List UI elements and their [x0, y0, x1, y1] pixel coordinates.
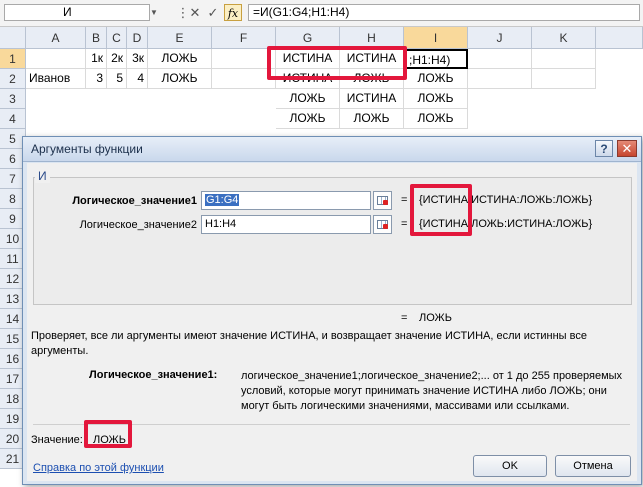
cell-i1[interactable]: ;H1:H4): [404, 49, 468, 69]
function-name-legend: И: [35, 169, 50, 183]
insert-function-button[interactable]: fx: [224, 4, 242, 21]
arg1-value: G1:G4: [205, 194, 240, 206]
cell-b1[interactable]: 1к: [86, 49, 107, 69]
cell-h3[interactable]: ИСТИНА: [340, 89, 404, 109]
function-help-link[interactable]: Справка по этой функции: [33, 462, 164, 474]
dialog-title: Аргументы функции: [31, 142, 143, 156]
arg1-equals: =: [401, 194, 408, 206]
cell-e2[interactable]: ЛОЖЬ: [148, 69, 212, 89]
row-header-3[interactable]: 3: [0, 89, 26, 109]
arg2-input[interactable]: H1:H4: [201, 215, 371, 234]
arg-help-label: Логическое_значение1:: [89, 369, 218, 381]
close-button[interactable]: ✕: [617, 140, 637, 157]
cell-i4[interactable]: ЛОЖЬ: [404, 109, 468, 129]
cell-k1[interactable]: [532, 49, 596, 69]
column-header-b[interactable]: B: [86, 27, 107, 49]
arg2-collapse-button[interactable]: [373, 215, 392, 234]
overall-equals: =: [401, 312, 408, 324]
cell-b2[interactable]: 3: [86, 69, 107, 89]
cell-d1[interactable]: 3к: [127, 49, 148, 69]
cancel-button[interactable]: Отмена: [555, 455, 631, 477]
name-box-dropdown-icon[interactable]: ▼: [150, 8, 158, 17]
highlight-arg-results: [410, 184, 472, 236]
column-header-a[interactable]: A: [26, 27, 86, 49]
range-select-dot: [383, 200, 388, 205]
cell-a1[interactable]: [26, 49, 86, 69]
ok-button[interactable]: OK: [473, 455, 547, 477]
arg1-label: Логическое_значение1: [72, 195, 197, 207]
select-all-corner[interactable]: [0, 27, 26, 49]
cell-e1[interactable]: ЛОЖЬ: [148, 49, 212, 69]
row-header-2[interactable]: 2: [0, 69, 26, 89]
arg-help-text: логическое_значение1;логическое_значение…: [241, 370, 623, 412]
cell-j2[interactable]: [468, 69, 532, 89]
enter-check-icon[interactable]: ✓: [204, 4, 222, 22]
cell-h4[interactable]: ЛОЖЬ: [340, 109, 404, 129]
column-header-l[interactable]: [596, 27, 643, 49]
formula-bar: И ▼ ⋮ ✕ ✓ fx =И(G1:G4;H1:H4): [0, 0, 643, 27]
column-header-i[interactable]: I: [404, 27, 468, 49]
row-header-4[interactable]: 4: [0, 109, 26, 129]
column-header-j[interactable]: J: [468, 27, 532, 49]
highlight-g1-h1: [267, 46, 407, 80]
arg1-input[interactable]: G1:G4: [201, 191, 371, 210]
column-header-k[interactable]: K: [532, 27, 596, 49]
value-label: Значение:: [31, 434, 83, 446]
cancel-entry-icon[interactable]: ✕: [186, 4, 204, 22]
arg1-collapse-button[interactable]: [373, 191, 392, 210]
overall-result: ЛОЖЬ: [419, 312, 452, 324]
column-header-e[interactable]: E: [148, 27, 212, 49]
cell-k2[interactable]: [532, 69, 596, 89]
cell-c2[interactable]: 5: [107, 69, 127, 89]
column-header-c[interactable]: C: [107, 27, 127, 49]
cell-i3[interactable]: ЛОЖЬ: [404, 89, 468, 109]
cell-a2[interactable]: Иванов: [26, 69, 86, 89]
arg2-equals: =: [401, 218, 408, 230]
name-box[interactable]: И: [4, 4, 150, 21]
row-header-1[interactable]: 1: [0, 49, 26, 69]
formula-input[interactable]: =И(G1:G4;H1:H4): [248, 4, 640, 21]
column-header-f[interactable]: F: [212, 27, 276, 49]
cell-d2[interactable]: 4: [127, 69, 148, 89]
cell-j1[interactable]: [468, 49, 532, 69]
highlight-value-result: [84, 420, 132, 448]
cell-g3[interactable]: ЛОЖЬ: [276, 89, 340, 109]
arg2-label: Логическое_значение2: [79, 219, 197, 231]
cell-c1[interactable]: 2к: [107, 49, 127, 69]
help-button[interactable]: ?: [595, 140, 613, 157]
function-description: Проверяет, все ли аргументы имеют значен…: [31, 330, 587, 357]
dialog-titlebar[interactable]: Аргументы функции ? ✕: [23, 137, 641, 162]
cell-i2[interactable]: ЛОЖЬ: [404, 69, 468, 89]
cell-g4[interactable]: ЛОЖЬ: [276, 109, 340, 129]
range-select-dot: [383, 224, 388, 229]
column-header-d[interactable]: D: [127, 27, 148, 49]
